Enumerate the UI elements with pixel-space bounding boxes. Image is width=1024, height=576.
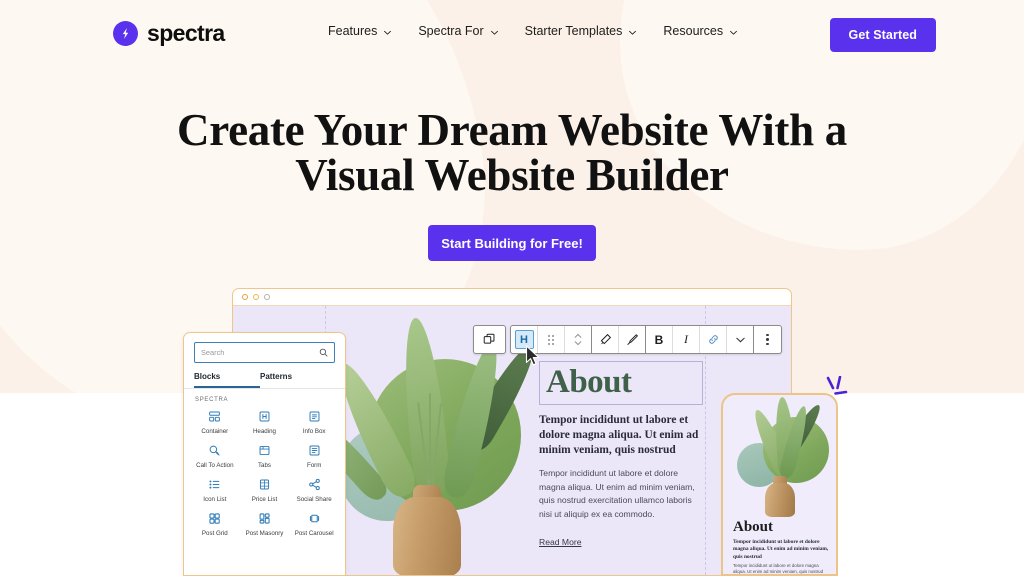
- heading-icon: [258, 409, 271, 424]
- canvas-paragraph: Tempor incididunt ut labore et dolore ma…: [539, 468, 695, 519]
- block-item-price-list[interactable]: Price List: [240, 477, 290, 503]
- block-item-icon-list[interactable]: Icon List: [190, 477, 240, 503]
- italic-button[interactable]: I: [673, 326, 700, 353]
- plant-stem: [429, 393, 431, 497]
- inserter-block-grid: Container Heading Info Box Call To Actio…: [184, 405, 345, 537]
- link-icon[interactable]: [700, 326, 727, 353]
- post-masonry-icon: [258, 511, 271, 526]
- canvas-subheading: Tempor incididunt ut labore et dolore ma…: [539, 414, 699, 456]
- brand-logo[interactable]: spectra: [113, 20, 225, 47]
- hero-title-line-2: Visual Website Builder: [295, 150, 729, 200]
- maximize-dot: [264, 294, 270, 300]
- inserter-tabs: Blocks Patterns: [184, 369, 345, 389]
- block-item-heading[interactable]: Heading: [240, 409, 290, 435]
- close-dot: [242, 294, 248, 300]
- nav-label: Resources: [663, 24, 724, 38]
- block-item-social-share[interactable]: Social Share: [289, 477, 339, 503]
- start-building-button[interactable]: Start Building for Free!: [428, 225, 596, 261]
- block-item-container[interactable]: Container: [190, 409, 240, 435]
- chevron-down-icon: [729, 28, 738, 37]
- wooden-vase: [393, 497, 461, 575]
- chevron-down-icon: [383, 28, 392, 37]
- block-item-info-box[interactable]: Info Box: [289, 409, 339, 435]
- block-item-form[interactable]: Form: [289, 443, 339, 469]
- inserter-search-row: Search: [184, 333, 345, 369]
- chevron-down-icon: [490, 28, 499, 37]
- copy-blocks-icon[interactable]: [474, 326, 505, 353]
- icon-list-icon: [208, 477, 221, 492]
- brand-name: spectra: [147, 20, 225, 46]
- block-item-tabs[interactable]: Tabs: [240, 443, 290, 469]
- selected-heading-block[interactable]: About: [539, 361, 703, 405]
- chevron-down-icon: [628, 28, 637, 37]
- post-carousel-icon: [308, 511, 321, 526]
- nav-label: Features: [328, 24, 378, 38]
- hero-title-line-1: Create Your Dream Website With a: [177, 105, 847, 155]
- phone-heading: About: [733, 519, 774, 535]
- post-grid-icon: [208, 511, 221, 526]
- block-item-post-carousel[interactable]: Post Carousel: [289, 511, 339, 537]
- tab-blocks[interactable]: Blocks: [194, 369, 260, 388]
- mouse-cursor: [525, 345, 541, 372]
- canvas-content-column: About Tempor incididunt ut labore et dol…: [539, 361, 703, 550]
- social-share-icon: [308, 477, 321, 492]
- page-title: Create Your Dream Website With a Visual …: [0, 108, 1024, 198]
- block-toolbar: H B I: [473, 325, 782, 354]
- bold-button[interactable]: B: [646, 326, 673, 353]
- move-up-down-icon[interactable]: [565, 326, 592, 353]
- get-started-button[interactable]: Get Started: [829, 18, 936, 52]
- canvas-heading: About: [546, 364, 632, 400]
- info-box-icon: [308, 409, 321, 424]
- brush-icon[interactable]: [619, 326, 646, 353]
- nav-label: Starter Templates: [524, 24, 623, 38]
- block-item-post-masonry[interactable]: Post Masonry: [240, 511, 290, 537]
- search-icon: [319, 344, 328, 362]
- toolbar-copy-group: [473, 325, 506, 354]
- block-item-post-grid[interactable]: Post Grid: [190, 511, 240, 537]
- call-to-action-icon: [208, 443, 221, 458]
- toolbar-main-group: H B I: [510, 325, 782, 354]
- lightning-bolt-icon: [113, 21, 138, 46]
- minimize-dot: [253, 294, 259, 300]
- browser-title-bar: [233, 289, 791, 306]
- sparkle-decoration: [824, 375, 860, 411]
- nav-item-resources[interactable]: Resources: [663, 24, 738, 38]
- search-input[interactable]: Search: [194, 342, 335, 363]
- read-more-link[interactable]: Read More: [539, 537, 582, 547]
- primary-navigation: Features Spectra For Starter Templates R…: [328, 24, 738, 38]
- price-list-icon: [258, 477, 271, 492]
- site-header: spectra Features Spectra For Starter Tem…: [0, 0, 1024, 66]
- container-icon: [208, 409, 221, 424]
- phone-paragraph: Tempor incididunt ut labore et dolore ma…: [733, 563, 824, 575]
- block-options-vertical-dots-icon[interactable]: [754, 326, 781, 353]
- wooden-vase: [765, 483, 795, 517]
- nav-item-features[interactable]: Features: [328, 24, 392, 38]
- tabs-icon: [258, 443, 271, 458]
- nav-item-spectra-for[interactable]: Spectra For: [418, 24, 498, 38]
- tab-patterns[interactable]: Patterns: [260, 369, 326, 388]
- block-item-call-to-action[interactable]: Call To Action: [190, 443, 240, 469]
- mobile-preview-mockup: About Tempor incididunt ut labore et dol…: [721, 393, 838, 576]
- phone-subheading: Tempor incididunt ut labore et dolore ma…: [733, 539, 829, 560]
- nav-label: Spectra For: [418, 24, 484, 38]
- page-root: spectra Features Spectra For Starter Tem…: [0, 0, 1024, 576]
- nav-item-starter-templates[interactable]: Starter Templates: [525, 24, 638, 38]
- search-placeholder: Search: [201, 348, 225, 357]
- transform-icon[interactable]: [592, 326, 619, 353]
- drag-handle-icon[interactable]: [538, 326, 565, 353]
- inserter-section-label: SPECTRA: [195, 397, 229, 403]
- form-icon: [308, 443, 321, 458]
- block-inserter-panel: Search Blocks Patterns SPECTRA Container: [183, 332, 346, 576]
- more-formats-chevron-down-icon[interactable]: [727, 326, 754, 353]
